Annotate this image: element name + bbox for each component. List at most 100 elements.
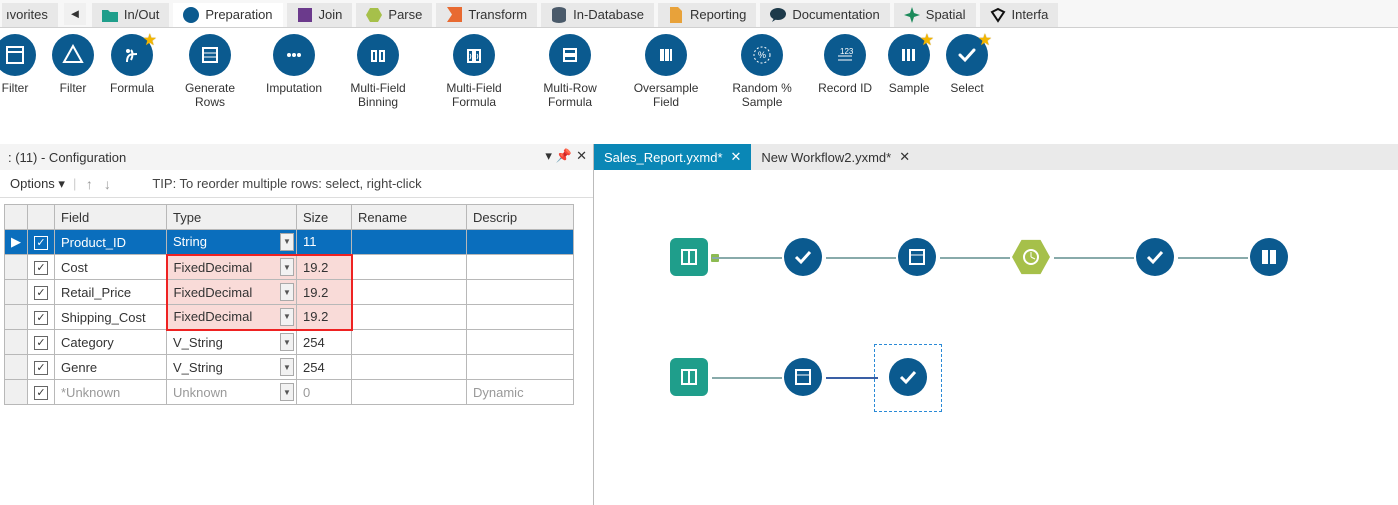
node-select2[interactable] [1136,238,1174,276]
config-toolbar: Options ▾ | ↑ ↓ TIP: To reorder multiple… [0,170,593,198]
diamond-icon [990,7,1006,23]
table-row[interactable]: ▶✓Product_IDString▼11 [5,230,574,255]
node-datetime[interactable] [1012,238,1050,276]
tool-multirow-formula[interactable]: Multi-Row Formula [522,34,618,110]
tool-category-bar: ıvorites ◄ In/Out Preparation Join Parse… [0,0,1398,28]
chevron-down-icon[interactable]: ▼ [280,308,294,326]
node-input[interactable] [670,238,708,276]
filter-icon [52,34,94,76]
tip-text: TIP: To reorder multiple rows: select, r… [152,176,421,191]
sample-icon: ★ [888,34,930,76]
options-menu[interactable]: Options ▾ [6,174,69,194]
checkbox[interactable]: ✓ [34,286,48,300]
tool-formula[interactable]: ★ Formula [102,34,162,96]
category-interface[interactable]: Interfa [980,3,1059,27]
table-row[interactable]: ✓CostFixedDecimal▼19.2 [5,255,574,280]
checkbox[interactable]: ✓ [34,386,48,400]
category-preparation[interactable]: Preparation [173,3,282,27]
favorites-tab[interactable]: ıvorites [2,3,58,27]
category-reporting[interactable]: Reporting [658,3,756,27]
table-row[interactable]: ✓Retail_PriceFixedDecimal▼19.2 [5,280,574,305]
close-icon[interactable]: ✕ [731,149,742,165]
move-down-button[interactable]: ↓ [98,176,116,192]
node-data-cleanse[interactable] [898,238,936,276]
chevron-down-icon[interactable]: ▼ [280,283,294,301]
move-up-button[interactable]: ↑ [80,176,98,192]
tool-filter[interactable]: Filter [44,34,102,96]
tool-multifield-binning[interactable]: Multi-Field Binning [330,34,426,110]
hexagon-icon [366,7,382,23]
mf-formula-icon [453,34,495,76]
tool-random-sample[interactable]: % Random % Sample [714,34,810,110]
tab-sales-report[interactable]: Sales_Report.yxmd*✕ [594,144,751,170]
col-field[interactable]: Field [55,205,167,230]
col-size[interactable]: Size [297,205,352,230]
date-filter-icon [0,34,36,76]
checkbox[interactable]: ✓ [34,361,48,375]
tool-record-id[interactable]: 123 Record ID [810,34,880,96]
tool-date-filter[interactable]: Filter [0,34,44,96]
table-row[interactable]: ✓CategoryV_String▼254 [5,330,574,355]
category-parse[interactable]: Parse [356,3,432,27]
table-row[interactable]: ✓GenreV_String▼254 [5,355,574,380]
category-transform[interactable]: Transform [436,3,537,27]
checkbox[interactable]: ✓ [34,311,48,325]
circle-icon [183,7,199,23]
pin-icon[interactable]: 📌 [556,148,572,164]
category-join[interactable]: Join [287,3,353,27]
favorite-star-icon: ★ [978,30,992,50]
tool-sample[interactable]: ★ Sample [880,34,938,96]
col-descrip[interactable]: Descrip [467,205,574,230]
category-spatial[interactable]: Spatial [894,3,976,27]
svg-text:%: % [758,50,766,60]
chevron-down-icon[interactable]: ▼ [280,258,294,276]
chevron-down-icon[interactable]: ▼ [280,358,294,376]
burst-icon [904,7,920,23]
database-icon [551,7,567,23]
canvas-area: Sales_Report.yxmd*✕ New Workflow2.yxmd*✕ [594,144,1398,505]
imputation-icon [273,34,315,76]
table-row[interactable]: ✓*UnknownUnknown▼0Dynamic [5,380,574,405]
tool-imputation[interactable]: Imputation [258,34,330,96]
tool-oversample[interactable]: Oversample Field [618,34,714,110]
checkbox[interactable]: ✓ [34,261,48,275]
node-select-new[interactable] [889,358,927,396]
chevron-down-icon[interactable]: ▼ [280,233,294,251]
category-documentation[interactable]: Documentation [760,3,889,27]
generate-rows-icon [189,34,231,76]
favorite-star-icon: ★ [143,30,157,50]
category-indatabase[interactable]: In-Database [541,3,654,27]
checkbox[interactable]: ✓ [34,236,48,250]
col-type[interactable]: Type [167,205,297,230]
record-id-icon: 123 [824,34,866,76]
table-row[interactable]: ✓Shipping_CostFixedDecimal▼19.2 [5,305,574,330]
node-auto-field[interactable] [1250,238,1288,276]
tool-generate-rows[interactable]: Generate Rows [162,34,258,110]
tab-new-workflow[interactable]: New Workflow2.yxmd*✕ [751,144,920,170]
nav-prev-icon[interactable]: ◄ [64,3,86,25]
dropdown-icon[interactable]: ▾ [545,148,552,164]
field-grid[interactable]: Field Type Size Rename Descrip ▶✓Product… [4,204,574,405]
chevron-down-icon[interactable]: ▼ [280,383,294,401]
node-input-2[interactable] [670,358,708,396]
mr-formula-icon [549,34,591,76]
workflow-canvas[interactable] [594,170,1398,505]
node-data-cleanse-2[interactable] [784,358,822,396]
oversample-icon [645,34,687,76]
binning-icon [357,34,399,76]
close-icon[interactable]: ✕ [576,148,587,164]
chevron-down-icon[interactable]: ▼ [280,333,294,351]
random-pct-icon: % [741,34,783,76]
node-select[interactable] [784,238,822,276]
favorite-star-icon: ★ [920,30,934,50]
category-inout[interactable]: In/Out [92,3,169,27]
close-icon[interactable]: ✕ [899,149,910,165]
square-icon [297,7,313,23]
select-icon: ★ [946,34,988,76]
col-rename[interactable]: Rename [352,205,467,230]
config-title-bar: : (11) - Configuration ▾ 📌 ✕ [0,144,593,170]
checkbox[interactable]: ✓ [34,336,48,350]
tool-select[interactable]: ★ Select [938,34,996,96]
tool-multifield-formula[interactable]: Multi-Field Formula [426,34,522,110]
page-icon [668,7,684,23]
